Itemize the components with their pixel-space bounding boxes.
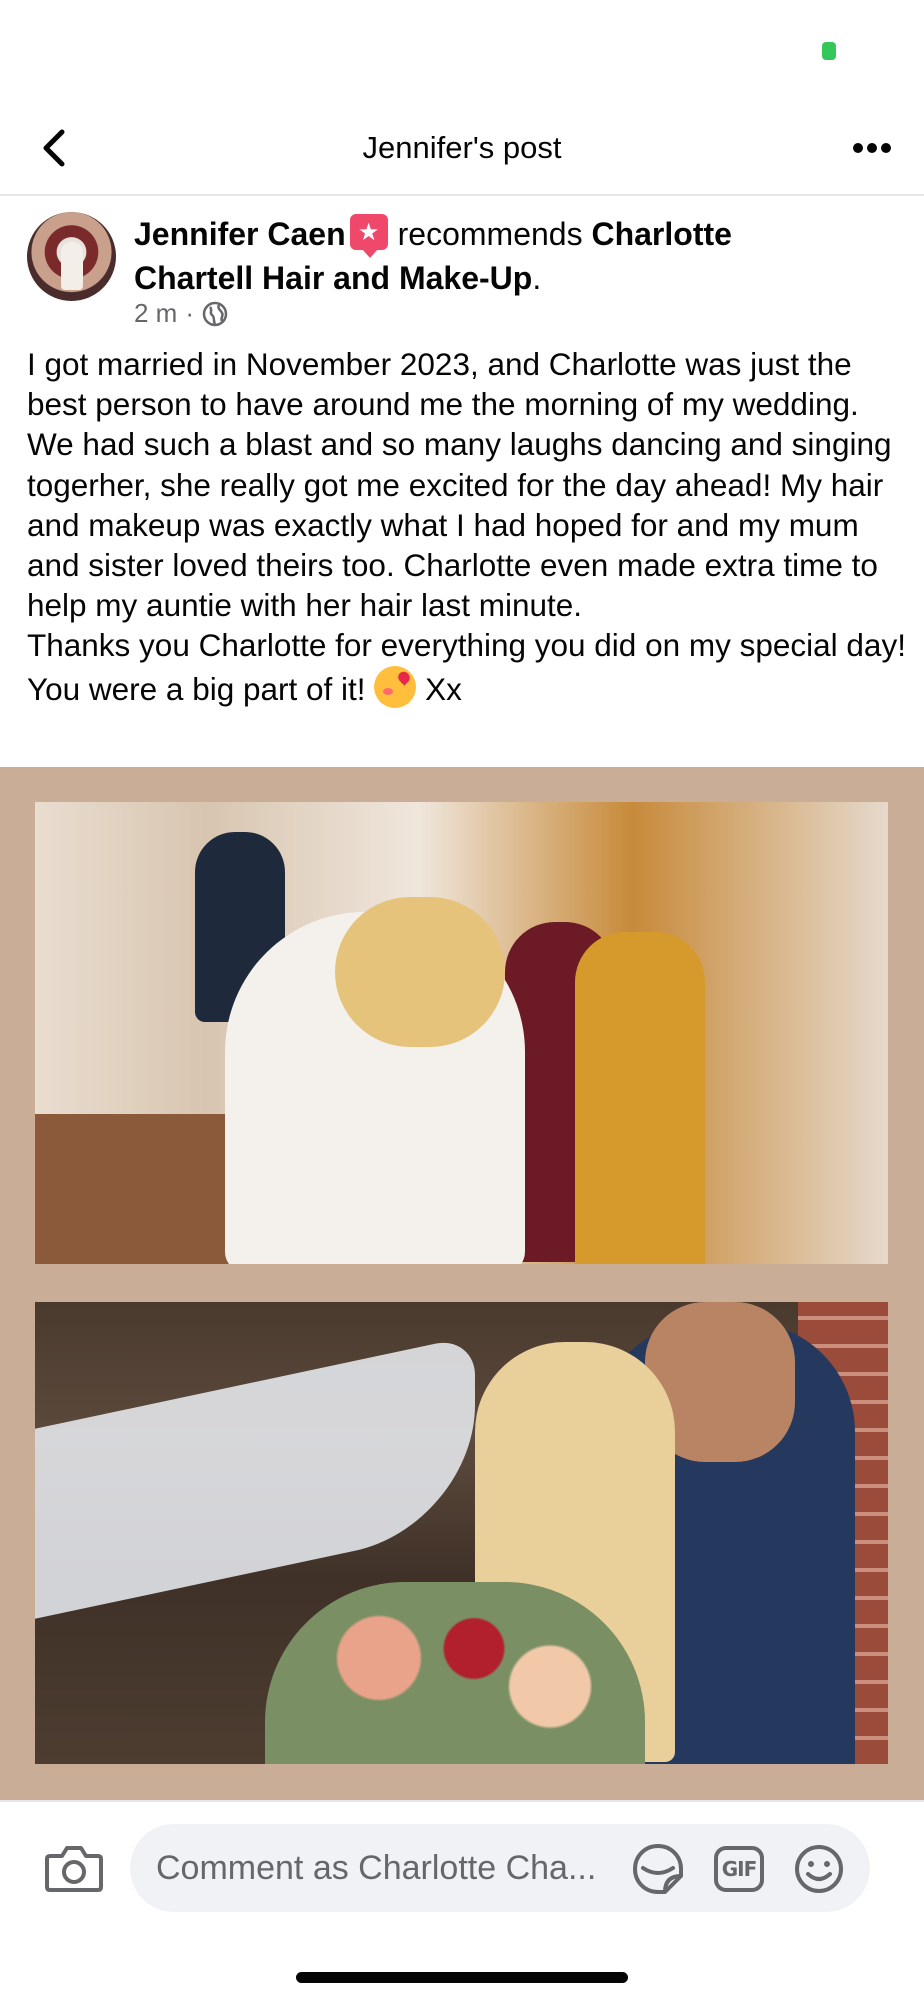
post-media[interactable] (0, 767, 924, 1800)
more-options-button[interactable] (846, 124, 898, 172)
post-meta: 2 m · (134, 298, 228, 329)
smiling-face-with-hearts-icon (374, 665, 417, 708)
camera-icon (45, 1846, 103, 1892)
ellipsis-icon (853, 143, 891, 153)
photo-wedding-kiss[interactable] (35, 1302, 888, 1764)
post-body-text: I got married in November 2023, and Char… (27, 346, 906, 707)
gif-button[interactable]: GIF (712, 1842, 766, 1896)
post-body-tail: Xx (416, 670, 462, 707)
post-headline: Jennifer Caen ★ recommends Charlotte Chart… (134, 212, 854, 300)
author-name[interactable]: Jennifer Caen (134, 216, 346, 252)
camera-button[interactable] (44, 1842, 104, 1894)
post-time[interactable]: 2 m (134, 298, 177, 329)
comment-bar: GIF (0, 1800, 924, 1930)
photo-bridal-party[interactable] (35, 802, 888, 1264)
sticker-button[interactable] (630, 1842, 686, 1896)
recommends-label: recommends (397, 216, 583, 252)
avatar[interactable] (27, 212, 116, 301)
meta-separator: · (185, 298, 195, 328)
headline-suffix: . (532, 260, 542, 296)
gif-icon: GIF (714, 1846, 764, 1892)
home-indicator[interactable] (296, 1972, 628, 1983)
sticker-icon (633, 1844, 683, 1894)
emoji-button[interactable] (792, 1842, 846, 1896)
page-title: Jennifer's post (362, 130, 562, 165)
status-indicator (822, 42, 836, 60)
recommendation-star-icon: ★ (349, 214, 388, 258)
status-bar (0, 0, 924, 100)
globe-icon (202, 301, 228, 326)
post-header-bar: Jennifer's post (0, 100, 924, 196)
post-body: I got married in November 2023, and Char… (27, 344, 907, 709)
smiley-icon (795, 1845, 843, 1893)
